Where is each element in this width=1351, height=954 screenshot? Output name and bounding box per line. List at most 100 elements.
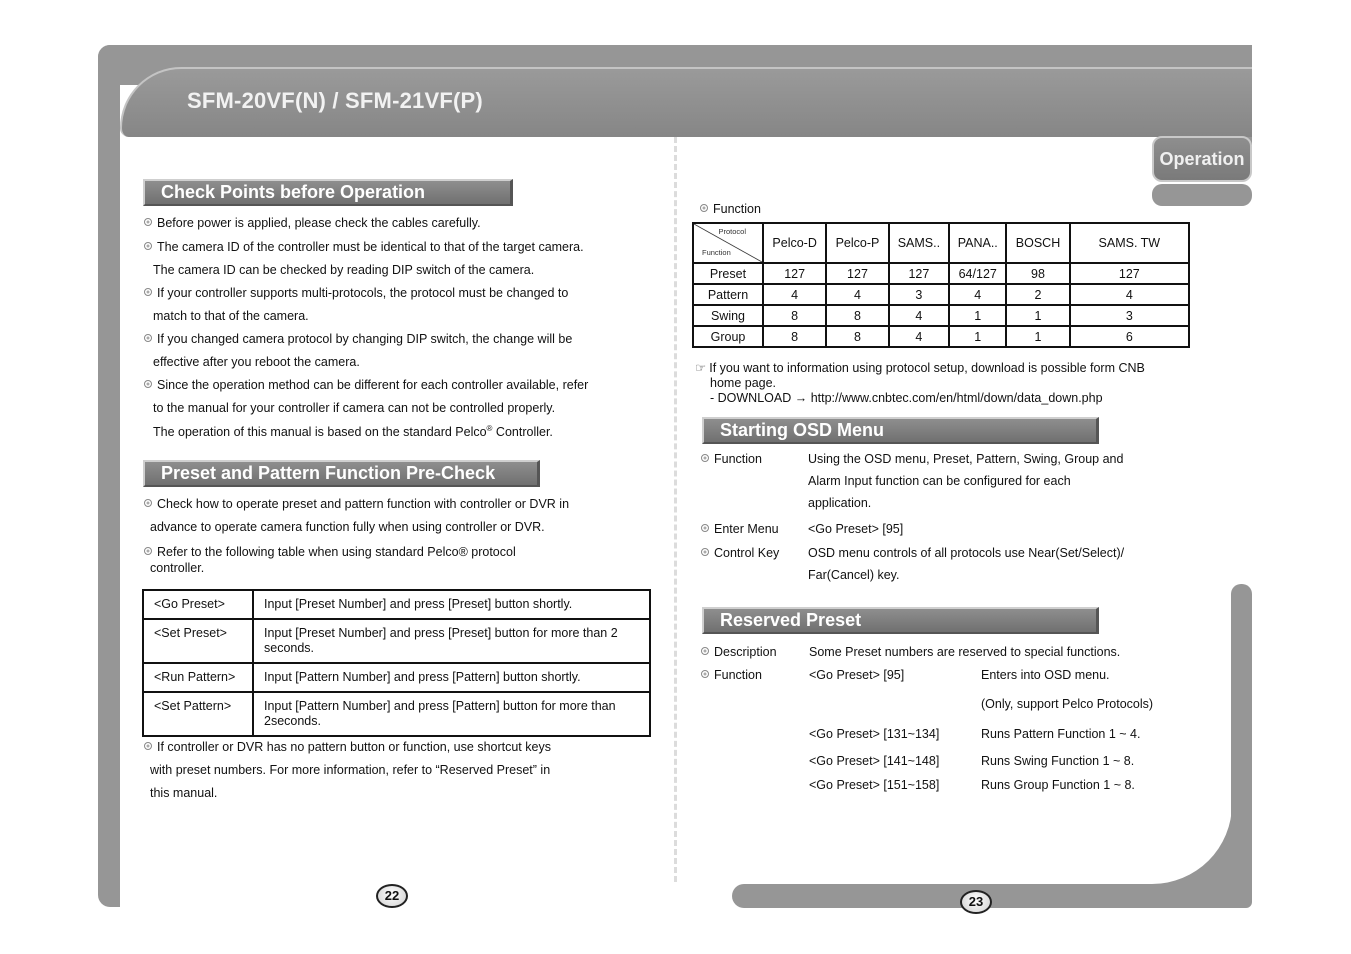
table-cell: 8 — [825, 325, 890, 348]
checkpoint-line: Since the operation method can be differ… — [144, 378, 588, 392]
osd-item-label: Function — [701, 452, 762, 466]
page-frame-bottom — [732, 884, 1252, 908]
page-frame-right-bottom — [1231, 584, 1252, 908]
table-cell: 2 — [1005, 283, 1071, 306]
reserved-command: <Go Preset> [151~158] — [809, 778, 940, 792]
table-cell: 4 — [1068, 283, 1191, 306]
table-row: Swing 8 8 4 1 1 3 — [692, 304, 1191, 327]
pointing-hand-icon: ☞ — [695, 361, 707, 375]
table-cell: 127 — [887, 262, 951, 285]
bullet-icon — [701, 548, 709, 556]
page-number-left: 22 — [376, 884, 408, 908]
table-cell-key: <Set Pattern> — [142, 691, 254, 737]
reserved-command-desc: Runs Pattern Function 1 ~ 4. — [981, 727, 1141, 741]
bullet-icon — [144, 547, 152, 555]
osd-item-text: <Go Preset> [95] — [808, 522, 904, 536]
section-title-check-points: Check Points before Operation — [143, 179, 513, 206]
table-cell: 4 — [948, 283, 1008, 306]
bullet-icon — [144, 288, 152, 296]
precheck-line: advance to operate camera function fully… — [150, 520, 545, 534]
reserved-command-desc: Enters into OSD menu. — [981, 668, 1110, 682]
table-cell: 1 — [1005, 325, 1071, 348]
table-row: <Set Pattern> Input [Pattern Number] and … — [142, 691, 651, 737]
table-cell-value: Input [Preset Number] and press [Preset]… — [252, 618, 651, 664]
section-title-osd: Starting OSD Menu — [702, 417, 1099, 444]
download-link[interactable]: - DOWNLOAD → http://www.cnbtec.com/en/ht… — [710, 391, 1103, 405]
column-header: Pelco-D — [761, 222, 828, 264]
document-title: SFM-20VF(N) / SFM-21VF(P) — [187, 88, 483, 113]
reserved-command: <Go Preset> [95] — [809, 668, 905, 682]
precheck-table: <Go Preset> Input [Preset Number] and pre… — [142, 589, 651, 737]
table-cell: 127 — [825, 262, 890, 285]
table-row: Preset 127 127 127 64/127 98 127 — [692, 262, 1191, 285]
row-header: Preset — [692, 262, 764, 285]
shortcut-note-line: If controller or DVR has no pattern butt… — [144, 740, 551, 754]
checkpoint-line: effective after you reboot the camera. — [153, 355, 360, 369]
osd-item-text: OSD menu controls of all protocols use N… — [808, 546, 1125, 560]
function-label: Function — [700, 202, 761, 216]
bullet-icon — [701, 647, 709, 655]
osd-item-text: Far(Cancel) key. — [808, 568, 900, 582]
table-cell: 8 — [761, 325, 828, 348]
osd-item-text: application. — [808, 496, 872, 510]
table-cell-key: <Set Preset> — [142, 618, 254, 664]
protocol-table: Protocol Function Pelco-D Pelco-P SAMS..… — [692, 222, 1191, 348]
bullet-icon — [144, 380, 152, 388]
table-cell-value: Input [Pattern Number] and press [Patter… — [252, 662, 651, 693]
corner-function-label: Function — [702, 248, 731, 257]
bullet-icon — [144, 218, 152, 226]
column-header: Pelco-P — [825, 222, 890, 264]
bullet-icon — [700, 204, 708, 212]
checkpoint-line: match to that of the camera. — [153, 309, 309, 323]
table-cell-value: Input [Preset Number] and press [Preset]… — [252, 589, 651, 620]
reserved-function-label: Function — [701, 668, 762, 682]
row-header: Swing — [692, 304, 764, 327]
table-cell-value: Input [Pattern Number] and press [Patter… — [252, 691, 651, 737]
checkpoint-line: The camera ID can be checked by reading … — [153, 263, 535, 277]
table-cell: 8 — [825, 304, 890, 327]
table-cell: 4 — [887, 325, 951, 348]
column-header: SAMS.. — [887, 222, 951, 264]
page-number-right: 23 — [960, 890, 992, 914]
table-row: <Go Preset> Input [Preset Number] and pre… — [142, 589, 651, 620]
table-cell: 1 — [948, 304, 1008, 327]
osd-item-label: Enter Menu — [701, 522, 779, 536]
table-cell: 8 — [761, 304, 828, 327]
table-cell: 3 — [887, 283, 951, 306]
table-cell: 4 — [761, 283, 828, 306]
table-cell: 3 — [1068, 304, 1191, 327]
bullet-icon — [701, 670, 709, 678]
table-cell: 6 — [1068, 325, 1191, 348]
column-header: PANA.. — [948, 222, 1008, 264]
checkpoint-line: Before power is applied, please check th… — [144, 216, 481, 230]
table-cell-key: <Go Preset> — [142, 589, 254, 620]
download-note-line: ☞ If you want to information using protoc… — [695, 361, 1145, 375]
download-note-line: home page. — [710, 376, 777, 390]
osd-item-text: Alarm Input function can be configured f… — [808, 474, 1071, 488]
table-row: <Run Pattern> Input [Pattern Number] and … — [142, 662, 651, 693]
bullet-icon — [144, 742, 152, 750]
table-cell: 127 — [1068, 262, 1191, 285]
bullet-icon — [144, 334, 152, 342]
table-cell: 127 — [761, 262, 828, 285]
table-cell: 98 — [1005, 262, 1071, 285]
column-header: BOSCH — [1005, 222, 1071, 264]
shortcut-note-line: this manual. — [150, 786, 218, 800]
reserved-command: <Go Preset> [141~148] — [809, 754, 940, 768]
row-header: Pattern — [692, 283, 764, 306]
checkpoint-line: If your controller supports multi-protoc… — [144, 286, 568, 300]
bullet-icon — [144, 242, 152, 250]
reserved-description-label: Description — [701, 645, 777, 659]
table-cell: 1 — [1005, 304, 1071, 327]
table-row: Pattern 4 4 3 4 2 4 — [692, 283, 1191, 306]
table-row: <Set Preset> Input [Preset Number] and pr… — [142, 618, 651, 664]
row-header: Group — [692, 325, 764, 348]
precheck-line: Refer to the following table when using … — [144, 545, 516, 559]
precheck-line: controller. — [150, 561, 205, 575]
checkpoint-line: to the manual for your controller if cam… — [153, 401, 556, 415]
checkpoint-line: The operation of this manual is based on… — [153, 424, 553, 440]
osd-item-text: Using the OSD menu, Preset, Pattern, Swi… — [808, 452, 1124, 466]
shortcut-note-line: with preset numbers. For more informatio… — [150, 763, 551, 777]
reserved-description: Some Preset numbers are reserved to spec… — [809, 645, 1121, 659]
table-corner-cell: Protocol Function — [692, 222, 764, 264]
